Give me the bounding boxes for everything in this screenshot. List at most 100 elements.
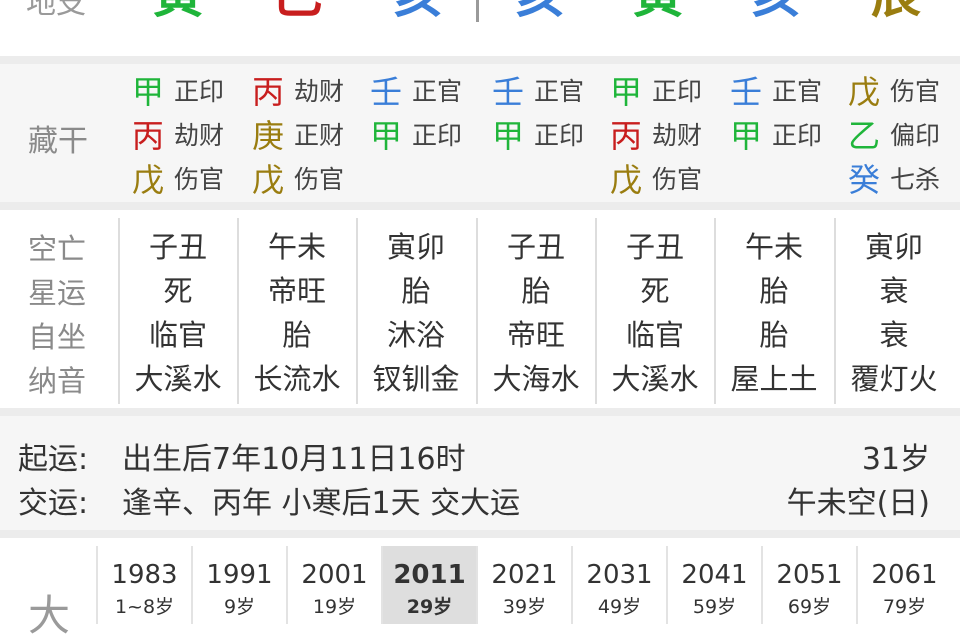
branch-char[interactable]: 亥 <box>726 0 826 20</box>
stem-char: 戊 <box>252 161 285 199</box>
pillar-info-cell: 胎 <box>759 318 789 352</box>
pillar-info-cell: 覆灯火 <box>850 362 938 396</box>
hidden-stem-item[interactable]: 癸七杀 <box>848 156 940 200</box>
dayun-year: 2031 <box>586 560 653 590</box>
ten-god-label: 劫财 <box>174 121 225 150</box>
qiyun-text: 出生后7年10月11日16时 <box>122 442 466 477</box>
dayun-item[interactable]: 1991 9岁 <box>191 546 286 624</box>
pillar-info-cell: 寅卯 <box>864 230 923 264</box>
pillar-info-cell: 长流水 <box>253 362 341 396</box>
pillar-info-cell: 沐浴 <box>386 318 445 352</box>
row-label-dayun: 大 <box>28 591 71 640</box>
pillar-info-cell: 午未 <box>744 230 803 264</box>
ten-god-label: 伤官 <box>652 165 703 194</box>
dayun-age: 9岁 <box>223 596 256 618</box>
dayun-year: 2041 <box>681 560 748 590</box>
branch-char[interactable]: 寅 <box>128 0 228 20</box>
dayun-item[interactable]: 2021 39岁 <box>476 546 571 624</box>
branch-char[interactable]: 辰 <box>846 0 946 20</box>
ten-god-label: 正官 <box>412 77 463 106</box>
pillar-info-cell: 钗钏金 <box>372 362 460 396</box>
branch-char[interactable]: 亥 <box>368 0 468 20</box>
stem-char: 戊 <box>848 73 881 111</box>
dayun-item[interactable]: 2001 19岁 <box>286 546 381 624</box>
dayun-age: 69岁 <box>787 596 832 618</box>
hidden-stems-section: 藏干 甲正印丙劫财戊伤官丙劫财庚正财戊伤官壬正官甲正印壬正官甲正印甲正印丙劫财戊… <box>0 64 960 202</box>
pillar-info-cell: 午未 <box>267 230 326 264</box>
ten-god-label: 七杀 <box>890 165 941 194</box>
pillar-info-cell: 屋上土 <box>730 362 818 396</box>
pillar-info-cell: 死 <box>163 274 193 308</box>
hidden-stem-item[interactable]: 甲正印 <box>370 112 462 156</box>
stem-char: 癸 <box>848 161 881 199</box>
dayun-age: 19岁 <box>312 596 357 618</box>
row-label-zizuo: 自坐 <box>28 320 87 354</box>
ten-god-label: 正印 <box>534 121 585 150</box>
row-label-canggan: 藏干 <box>28 124 88 159</box>
hidden-stem-item[interactable]: 壬正官 <box>370 68 462 112</box>
dayun-item[interactable]: 2051 69岁 <box>761 546 856 624</box>
section-divider <box>0 56 960 64</box>
stem-char: 甲 <box>132 73 165 111</box>
pillar-info-cell: 大溪水 <box>134 362 222 396</box>
ten-god-label: 偏印 <box>890 121 941 150</box>
dayun-age: 49岁 <box>597 596 642 618</box>
pillar-info-cell: 子丑 <box>625 230 684 264</box>
stem-char: 甲 <box>492 117 525 155</box>
section-divider <box>0 408 960 416</box>
stem-char: 戊 <box>610 161 643 199</box>
stem-char: 壬 <box>492 73 525 111</box>
pillar-info-cell: 帝旺 <box>267 274 326 308</box>
hidden-stem-item[interactable]: 丙劫财 <box>252 68 344 112</box>
hidden-stem-item[interactable]: 戊伤官 <box>610 156 702 200</box>
hidden-stem-item[interactable]: 甲正印 <box>730 112 822 156</box>
pillar-info-cell: 临官 <box>625 318 684 352</box>
pillar-info-cell: 胎 <box>401 274 431 308</box>
hidden-stem-item[interactable]: 戊伤官 <box>132 156 224 200</box>
stem-char: 壬 <box>370 73 403 111</box>
ten-god-label: 伤官 <box>174 165 225 194</box>
pillar-info-cell: 衰 <box>879 274 909 308</box>
pillar-info-cell: 衰 <box>879 318 909 352</box>
pillar-info-cell: 寅卯 <box>386 230 445 264</box>
qiyun-label: 起运: <box>18 442 89 477</box>
hidden-stem-item[interactable]: 甲正印 <box>132 68 224 112</box>
branch-char[interactable]: 亥 <box>490 0 590 20</box>
hidden-stem-item[interactable]: 甲正印 <box>610 68 702 112</box>
branch-char[interactable]: 寅 <box>608 0 708 20</box>
pillar-info-grid: 空亡 星运 自坐 纳音 子丑死临官 大溪水 午未 帝旺胎长流水 寅卯胎沐浴 钗钏金 子丑胎帝… <box>0 210 960 408</box>
hidden-stem-item[interactable]: 壬正官 <box>492 68 584 112</box>
stem-char: 甲 <box>370 117 403 155</box>
jiaoyun-text: 逢辛、丙年 小寒后1天 交大运 <box>122 486 521 521</box>
pillar-info-cell: 死 <box>640 274 670 308</box>
qiyun-section: 起运: 出生后7年10月11日16时 31岁 交运: 逢辛、丙年 小寒后1天 交… <box>0 416 960 530</box>
branch-char[interactable]: 巳 <box>248 0 348 20</box>
row-label-kongwang: 空亡 <box>28 232 87 266</box>
dayun-item[interactable]: 2041 59岁 <box>666 546 761 624</box>
hidden-stem-item[interactable]: 丙劫财 <box>132 112 224 156</box>
dayun-year: 2021 <box>491 560 558 590</box>
stem-char: 甲 <box>730 117 763 155</box>
pillar-info-cell: 大海水 <box>492 362 580 396</box>
dayun-year: 1991 <box>206 560 273 590</box>
dayun-item[interactable]: 1983 1~8岁 <box>96 546 191 624</box>
row-label-dizhi: 地支 <box>26 0 86 21</box>
hidden-stem-item[interactable]: 戊伤官 <box>848 68 940 112</box>
dayun-item-active[interactable]: 2011 29岁 <box>381 546 476 624</box>
ten-god-label: 正官 <box>534 77 585 106</box>
row-label-xingyun: 星运 <box>28 276 87 310</box>
hidden-stem-item[interactable]: 丙劫财 <box>610 112 702 156</box>
ten-god-label: 正财 <box>294 121 345 150</box>
pillar-info-cell: 大溪水 <box>611 362 699 396</box>
qiyun-age: 31岁 <box>861 442 930 477</box>
pillar-info-cell: 子丑 <box>148 230 207 264</box>
ten-god-label: 劫财 <box>294 77 345 106</box>
dayun-item[interactable]: 2031 49岁 <box>571 546 666 624</box>
dayun-item[interactable]: 2061 79岁 <box>856 546 951 624</box>
hidden-stem-item[interactable]: 戊伤官 <box>252 156 344 200</box>
hidden-stem-item[interactable]: 壬正官 <box>730 68 822 112</box>
hidden-stem-item[interactable]: 庚正财 <box>252 112 344 156</box>
hidden-stem-item[interactable]: 乙偏印 <box>848 112 940 156</box>
ten-god-label: 劫财 <box>652 121 703 150</box>
hidden-stem-item[interactable]: 甲正印 <box>492 112 584 156</box>
